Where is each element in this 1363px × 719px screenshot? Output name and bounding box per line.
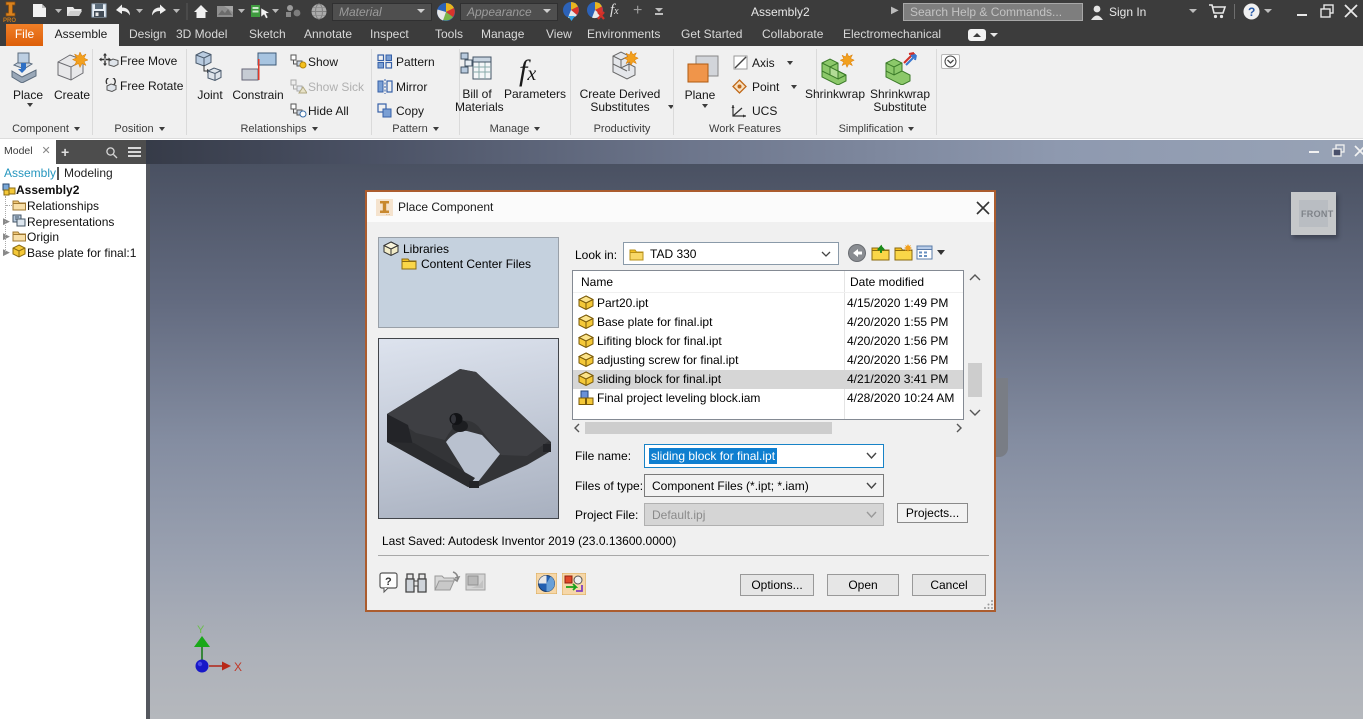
svg-text:?: ? [385, 576, 392, 588]
svg-text:X: X [234, 660, 242, 674]
svg-text:?: ? [1248, 5, 1255, 19]
svg-text:Y: Y [197, 624, 205, 636]
svg-text:...: ... [386, 211, 390, 216]
